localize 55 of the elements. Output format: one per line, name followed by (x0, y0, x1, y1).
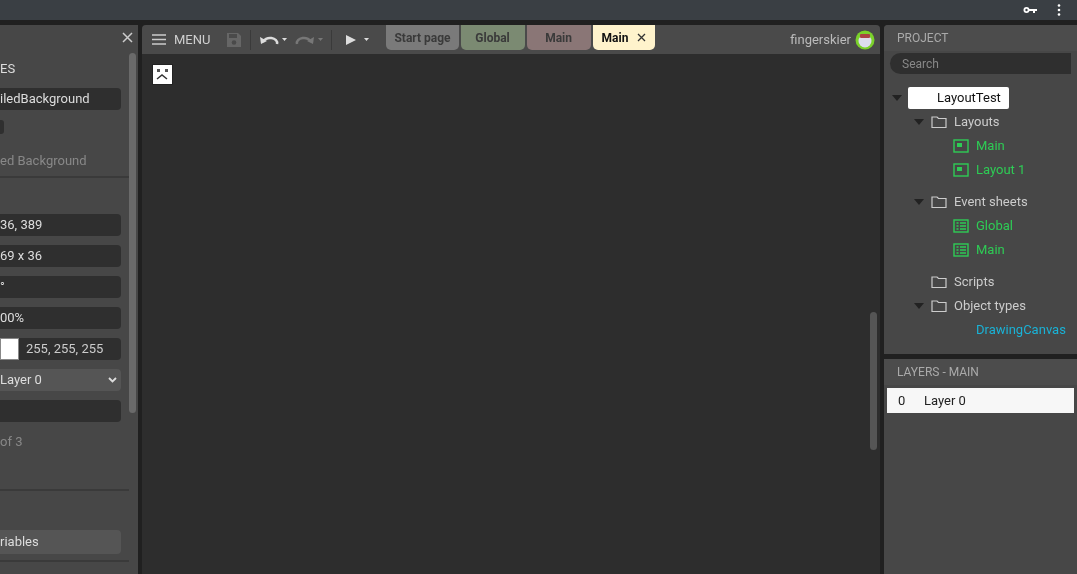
color-swatch[interactable] (0, 338, 19, 360)
layer-index: 0 (897, 391, 907, 410)
tree-item[interactable]: Main (976, 136, 1005, 156)
name-field[interactable]: iledBackground (0, 88, 121, 110)
property-field[interactable]: ° (0, 276, 121, 298)
property-field[interactable]: 00% (0, 307, 121, 329)
layout-icon (952, 138, 970, 154)
tree-item[interactable]: Object types (954, 296, 1026, 316)
tree-item[interactable]: Main (976, 240, 1005, 260)
tree-item[interactable]: Event sheets (954, 192, 1028, 212)
count-text: of 3 (0, 433, 24, 452)
tree-item[interactable]: DrawingCanvas (976, 320, 1066, 340)
plugin-name: ed Background (0, 152, 88, 171)
event-sheet-icon (952, 218, 970, 234)
search-field[interactable]: Search (890, 53, 1071, 74)
color-field[interactable]: 255, 255, 255 (19, 338, 121, 360)
editor-tab[interactable]: Global (460, 25, 525, 50)
folder-icon (930, 274, 948, 290)
more-icon[interactable] (1057, 4, 1061, 16)
scrollbar[interactable] (129, 53, 136, 413)
tree-item[interactable]: Layout 1 (976, 160, 1026, 180)
save-icon[interactable] (226, 31, 243, 48)
section-heading: ES (0, 60, 17, 79)
chevron-icon (108, 377, 117, 383)
variables-button[interactable]: riables (0, 530, 121, 554)
folder-icon (930, 114, 948, 130)
property-field[interactable] (0, 400, 121, 422)
menu-icon (152, 34, 166, 45)
layer-dropdown[interactable]: Layer 0 (0, 369, 121, 391)
collapse-arrow-icon[interactable] (914, 118, 924, 126)
collapse-arrow-icon[interactable] (914, 302, 924, 310)
panel-title: PROJECT (884, 25, 1077, 51)
editor-tab[interactable]: Main (592, 25, 656, 50)
scrollbar[interactable] (870, 312, 877, 450)
layout-icon (952, 162, 970, 178)
tree-item[interactable]: Global (976, 216, 1013, 236)
menu-button[interactable]: MENU (142, 25, 219, 54)
key-icon[interactable] (1023, 6, 1037, 14)
property-field[interactable]: 69 x 36 (0, 245, 121, 267)
folder-icon (930, 298, 948, 314)
tree-item[interactable]: Scripts (954, 272, 995, 292)
folder-icon (930, 194, 948, 210)
tree-item[interactable]: Layouts (954, 112, 1000, 132)
avatar-icon[interactable] (855, 29, 875, 50)
layer-row[interactable]: 0 Layer 0 (887, 388, 1074, 413)
username[interactable]: fingerskier (790, 29, 851, 50)
tree-item[interactable]: LayoutTest (908, 87, 1009, 109)
missing-image-icon (152, 64, 173, 85)
collapse-arrow-icon[interactable] (892, 94, 902, 102)
event-sheet-icon (952, 242, 970, 258)
property-field[interactable]: 36, 389 (0, 214, 121, 236)
close-icon[interactable] (637, 33, 647, 42)
panel-title: LAYERS - MAIN (884, 359, 1077, 385)
layer-name: Layer 0 (924, 391, 966, 410)
collapse-arrow-icon[interactable] (914, 198, 924, 206)
